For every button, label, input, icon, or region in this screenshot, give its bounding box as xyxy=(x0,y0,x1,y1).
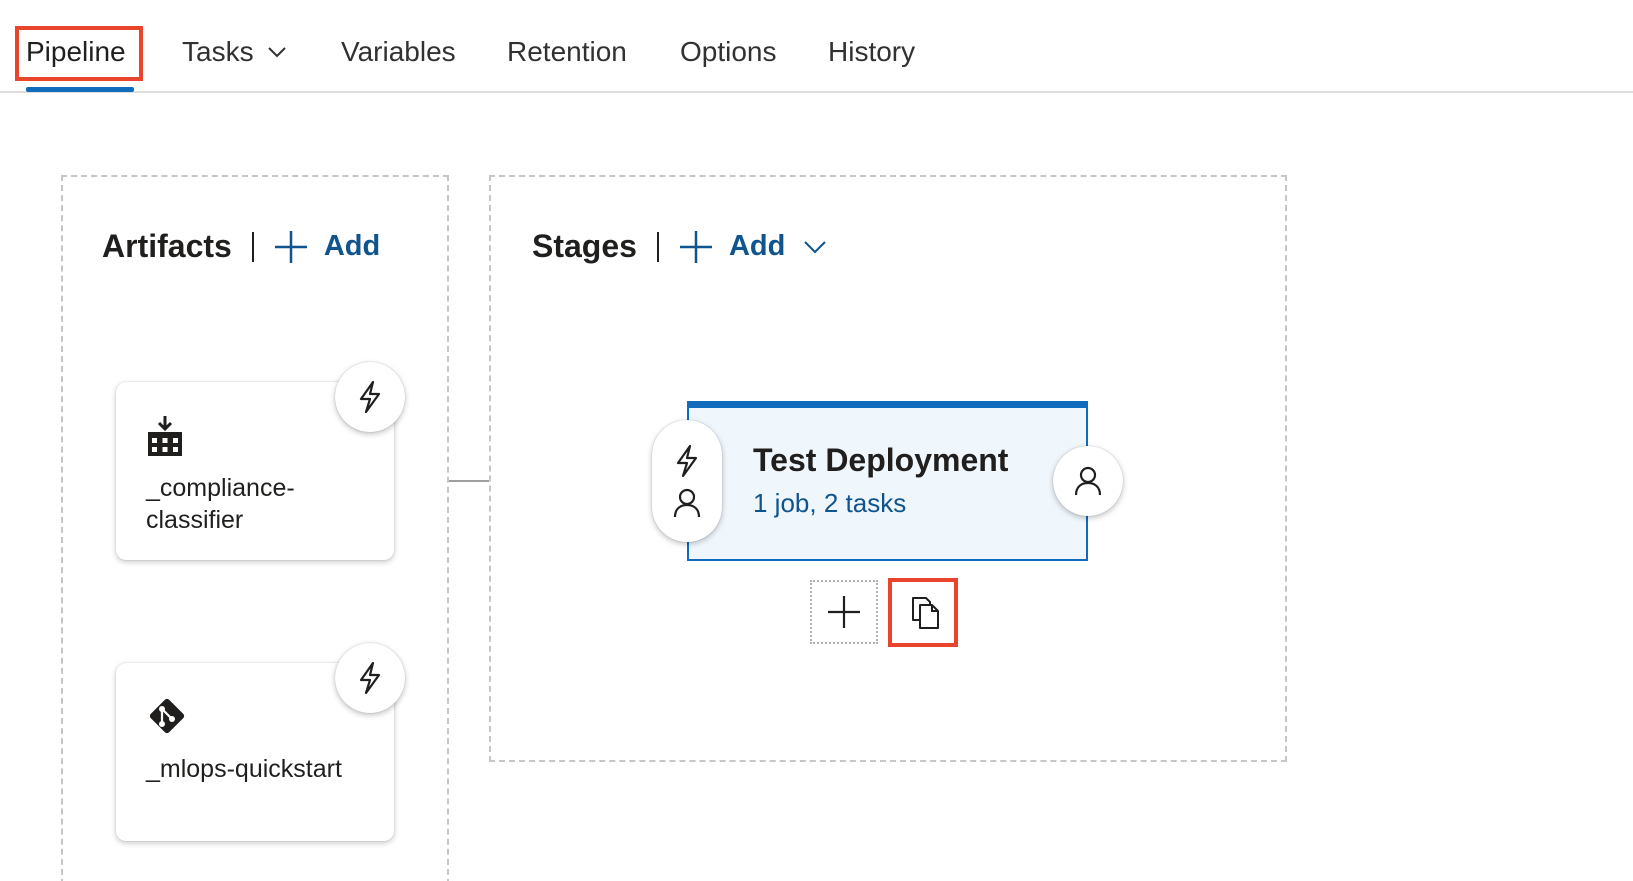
tab-tasks[interactable]: Tasks xyxy=(182,32,287,72)
continuous-deployment-trigger-button[interactable] xyxy=(335,362,405,432)
artifacts-title: Artifacts xyxy=(102,228,232,264)
artifact-stage-connector xyxy=(449,480,489,482)
continuous-deployment-trigger-button[interactable] xyxy=(335,643,405,713)
stages-header: Stages Add xyxy=(532,228,843,265)
plus-icon xyxy=(828,596,860,628)
tab-tasks-label: Tasks xyxy=(182,36,254,67)
stage-name: Test Deployment xyxy=(753,442,1009,478)
chevron-down-icon xyxy=(804,240,827,253)
copy-icon xyxy=(912,597,939,629)
person-icon xyxy=(673,488,701,518)
lightning-icon xyxy=(676,444,698,478)
add-stage-button[interactable]: Add xyxy=(679,230,843,264)
plus-icon xyxy=(679,230,712,263)
person-icon xyxy=(1074,466,1102,496)
build-artifact-icon xyxy=(148,416,182,456)
artifacts-header: Artifacts Add xyxy=(102,228,380,265)
add-stage-label: Add xyxy=(728,230,786,262)
active-tab-indicator xyxy=(26,87,134,92)
clone-stage-button[interactable] xyxy=(892,581,960,645)
pipeline-tab-bar: Pipeline Tasks Variables Retention Optio… xyxy=(0,0,1633,93)
pre-deployment-conditions-button[interactable] xyxy=(652,420,722,542)
artifact-name: _mlops-quickstart xyxy=(146,755,342,783)
add-artifact-label: Add xyxy=(323,230,381,262)
git-repo-icon xyxy=(149,698,185,734)
stages-title: Stages xyxy=(532,228,637,264)
add-artifact-button[interactable]: Add xyxy=(274,230,380,264)
stage-job-summary-link[interactable]: 1 job, 2 tasks xyxy=(753,488,906,519)
lightning-icon xyxy=(359,661,381,695)
header-divider xyxy=(251,231,254,262)
tab-retention[interactable]: Retention xyxy=(507,32,627,72)
lightning-icon xyxy=(359,380,381,414)
chevron-down-icon xyxy=(268,46,287,58)
stage-card-test-deployment[interactable]: Test Deployment 1 job, 2 tasks xyxy=(687,401,1088,561)
header-divider xyxy=(656,231,659,262)
post-deployment-conditions-button[interactable] xyxy=(1053,446,1123,516)
tab-pipeline[interactable]: Pipeline xyxy=(26,32,126,72)
add-new-stage-button[interactable] xyxy=(810,580,878,644)
tab-variables[interactable]: Variables xyxy=(341,32,456,72)
tab-options[interactable]: Options xyxy=(680,32,777,72)
artifact-name: _compliance-classifier xyxy=(146,474,295,534)
plus-icon xyxy=(274,230,307,263)
tab-history[interactable]: History xyxy=(828,32,915,72)
